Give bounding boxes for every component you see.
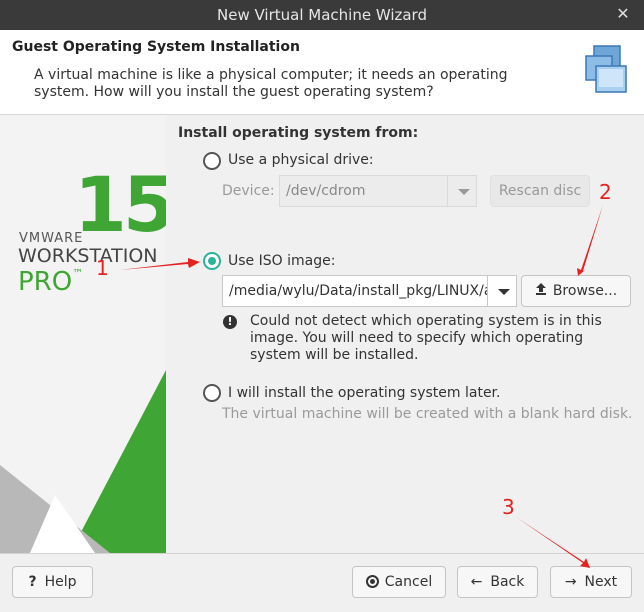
device-field[interactable]: /dev/cdrom xyxy=(279,175,448,207)
physical-drive-radio[interactable] xyxy=(203,152,221,170)
back-label: Back xyxy=(490,574,525,590)
back-button[interactable]: ← Back xyxy=(457,566,538,598)
brand-workstation: WORKSTATION xyxy=(18,245,158,267)
brand-pro-text: PRO xyxy=(18,267,73,297)
help-button[interactable]: ? Help xyxy=(12,566,93,598)
page-title: Guest Operating System Installation xyxy=(12,39,300,55)
brand-triangle-green xyxy=(70,370,166,553)
rescan-disc-button[interactable]: Rescan disc xyxy=(490,175,590,207)
browse-label: Browse... xyxy=(552,283,618,299)
window-titlebar: New Virtual Machine Wizard ✕ xyxy=(0,0,644,30)
install-later-description: The virtual machine will be created with… xyxy=(222,406,633,422)
physical-drive-label: Use a physical drive: xyxy=(228,152,374,168)
window-title: New Virtual Machine Wizard xyxy=(217,6,427,24)
cancel-label: Cancel xyxy=(384,574,433,590)
annotation-step-2: 2 xyxy=(599,180,612,204)
question-icon: ? xyxy=(28,574,37,590)
install-later-label: I will install the operating system late… xyxy=(228,385,501,401)
warning-icon: ! xyxy=(223,315,237,329)
annotation-step-3: 3 xyxy=(502,495,515,519)
cancel-button[interactable]: Cancel xyxy=(352,566,446,598)
wizard-footer xyxy=(0,553,644,612)
page-description: A virtual machine is like a physical com… xyxy=(34,67,508,100)
next-label: Next xyxy=(584,574,618,590)
brand-tm: ™ xyxy=(72,267,84,280)
device-label: Device: xyxy=(222,183,275,199)
arrow-left-icon: ← xyxy=(470,574,483,590)
wizard-header: Guest Operating System Installation A vi… xyxy=(0,30,644,115)
virtual-machines-icon xyxy=(585,45,627,93)
device-dropdown[interactable] xyxy=(447,175,477,207)
brand-pro: PRO™ xyxy=(18,267,83,297)
arrow-right-icon: → xyxy=(564,574,577,590)
brand-vmware: VMWARE xyxy=(19,231,84,246)
install-later-radio[interactable] xyxy=(203,384,221,402)
help-label: Help xyxy=(44,574,77,590)
iso-warning-text: Could not detect which operating system … xyxy=(250,313,602,363)
iso-image-label: Use ISO image: xyxy=(228,253,336,269)
next-button[interactable]: → Next xyxy=(550,566,632,598)
chevron-down-icon xyxy=(458,189,470,195)
iso-path-dropdown[interactable] xyxy=(487,275,517,307)
upload-icon xyxy=(535,276,547,306)
brand-number: 15 xyxy=(74,160,166,249)
iso-path-field[interactable]: /media/wylu/Data/install_pkg/LINUX/a xyxy=(222,275,488,307)
iso-image-radio[interactable] xyxy=(203,252,221,270)
annotation-step-1: 1 xyxy=(96,256,109,280)
install-source-label: Install operating system from: xyxy=(178,125,419,141)
browse-button[interactable]: Browse... xyxy=(521,275,631,307)
chevron-down-icon xyxy=(498,289,510,295)
branding-panel: 15 VMWARE WORKSTATION PRO™ xyxy=(0,115,166,553)
close-icon[interactable]: ✕ xyxy=(612,3,634,25)
cancel-icon xyxy=(365,575,379,588)
